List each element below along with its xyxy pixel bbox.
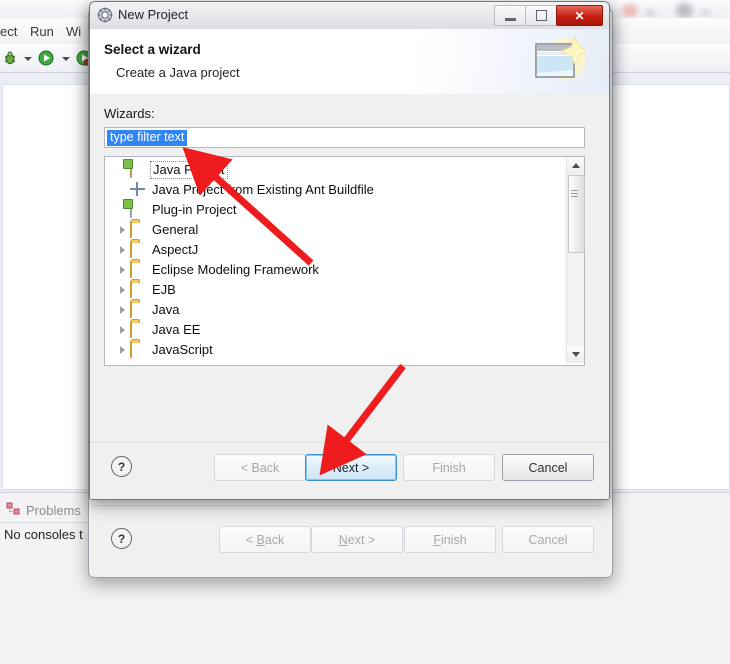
tree-item-javascript[interactable]: JavaScript xyxy=(105,340,563,360)
finish-button-label: Finish xyxy=(433,532,467,547)
scroll-down-icon xyxy=(571,352,580,357)
dialog-button-bar: ? < Back Next > Finish Cancel xyxy=(90,442,609,499)
folder-icon xyxy=(130,281,147,298)
tree-item-label: Eclipse Modeling Framework xyxy=(152,262,319,277)
finish-button[interactable]: Finish xyxy=(403,454,495,481)
tree-item-java[interactable]: Java xyxy=(105,300,563,320)
cancel-button[interactable]: Cancel xyxy=(502,526,594,553)
tree-item-label: AspectJ xyxy=(152,242,199,257)
tree-item-aspectj[interactable]: AspectJ xyxy=(105,240,563,260)
blurred-toolbar-icon xyxy=(645,9,656,17)
new-project-dialog[interactable]: New Project ✕ Select a wizard Create a J… xyxy=(89,1,610,500)
wizard-banner-icon xyxy=(530,35,591,92)
java-project-icon xyxy=(130,161,147,178)
chevron-right-icon[interactable] xyxy=(117,285,128,296)
folder-icon xyxy=(130,221,147,238)
tree-item-ejb[interactable]: EJB xyxy=(105,280,563,300)
dialog-header: Select a wizard Create a Java project xyxy=(90,29,609,95)
tree-item-label: EJB xyxy=(152,282,176,297)
ant-buildfile-icon xyxy=(130,182,147,198)
chevron-right-icon[interactable] xyxy=(117,245,128,256)
dialog-title: New Project xyxy=(118,7,189,22)
ide-tab-problems-label: Problems xyxy=(26,502,81,518)
back-button[interactable]: < Back xyxy=(219,526,311,553)
wizard-tree[interactable]: Java Project Java Project from Existing … xyxy=(104,156,585,366)
scroll-down-button[interactable] xyxy=(567,346,584,363)
ide-console-message: No consoles t xyxy=(4,527,83,542)
folder-icon xyxy=(130,241,147,258)
tree-item-label: General xyxy=(152,222,199,237)
background-dialog-button-bar: ? < Back Next > Finish Cancel xyxy=(93,505,606,572)
minimize-icon xyxy=(504,17,516,21)
folder-icon xyxy=(130,301,147,318)
chevron-right-icon[interactable] xyxy=(117,345,128,356)
help-button[interactable]: ? xyxy=(111,528,132,549)
chevron-right-icon[interactable] xyxy=(117,225,128,236)
problems-icon xyxy=(6,502,21,519)
dialog-content: Wizards: type filter text Java Project J… xyxy=(90,94,609,442)
blurred-toolbar-icon xyxy=(700,9,711,17)
minimize-button[interactable] xyxy=(494,5,526,26)
wizards-label: Wizards: xyxy=(104,106,155,121)
wizard-tree-list: Java Project Java Project from Existing … xyxy=(105,160,563,360)
next-button-label: Next > xyxy=(338,532,376,547)
close-button[interactable]: ✕ xyxy=(556,5,603,26)
maximize-icon xyxy=(535,10,547,21)
tree-item-java-project-from-ant[interactable]: Java Project from Existing Ant Buildfile xyxy=(105,180,563,200)
wizard-filter-input[interactable]: type filter text xyxy=(104,127,585,148)
folder-icon xyxy=(130,261,147,278)
chevron-down-icon[interactable] xyxy=(62,57,70,61)
menu-item-project[interactable]: ect xyxy=(0,24,17,39)
tree-item-label: Plug-in Project xyxy=(152,202,237,217)
chevron-right-icon[interactable] xyxy=(117,265,128,276)
menu-item-window[interactable]: Wi xyxy=(66,24,81,39)
cancel-button[interactable]: Cancel xyxy=(502,454,594,481)
dialog-title-bar[interactable]: New Project ✕ xyxy=(90,2,609,30)
tree-item-label: JavaScript xyxy=(152,342,213,357)
tree-item-label: Java xyxy=(152,302,180,317)
finish-button[interactable]: Finish xyxy=(404,526,496,553)
debug-bug-icon[interactable] xyxy=(2,50,18,71)
back-button-label: < Back xyxy=(245,532,285,547)
menu-item-run[interactable]: Run xyxy=(30,24,54,39)
scrollbar-grip xyxy=(571,190,578,199)
next-button[interactable]: Next > xyxy=(311,526,403,553)
page-description: Create a Java project xyxy=(116,65,240,80)
run-play-icon[interactable] xyxy=(38,50,54,71)
chevron-down-icon[interactable] xyxy=(24,57,32,61)
blurred-toolbar-icon xyxy=(622,4,638,17)
maximize-button[interactable] xyxy=(525,5,557,26)
back-button[interactable]: < Back xyxy=(214,454,306,481)
new-project-icon xyxy=(97,7,113,23)
wizard-tree-scrollbar[interactable] xyxy=(566,157,585,363)
page-title: Select a wizard xyxy=(104,42,201,57)
blurred-toolbar-icon xyxy=(676,3,693,18)
tree-item-label: Java EE xyxy=(152,322,201,337)
next-button[interactable]: Next > xyxy=(305,454,397,481)
folder-icon xyxy=(130,321,147,338)
tree-item-java-ee[interactable]: Java EE xyxy=(105,320,563,340)
chevron-right-icon[interactable] xyxy=(117,325,128,336)
tree-item-label: Java Project from Existing Ant Buildfile xyxy=(152,182,374,197)
ide-tab-problems[interactable]: Problems xyxy=(6,500,81,520)
plugin-project-icon xyxy=(130,201,147,218)
scroll-up-button[interactable] xyxy=(567,157,584,174)
tree-item-general[interactable]: General xyxy=(105,220,563,240)
help-button[interactable]: ? xyxy=(111,456,132,477)
folder-icon xyxy=(130,341,147,358)
tree-item-java-project[interactable]: Java Project xyxy=(105,160,563,180)
scrollbar-thumb[interactable] xyxy=(568,175,585,253)
chevron-right-icon[interactable] xyxy=(117,305,128,316)
wizard-filter-value: type filter text xyxy=(107,129,188,146)
scroll-up-icon xyxy=(571,163,580,168)
tree-item-label: Java Project xyxy=(150,161,228,179)
tree-item-eclipse-modeling-framework[interactable]: Eclipse Modeling Framework xyxy=(105,260,563,280)
tree-item-plugin-project[interactable]: Plug-in Project xyxy=(105,200,563,220)
